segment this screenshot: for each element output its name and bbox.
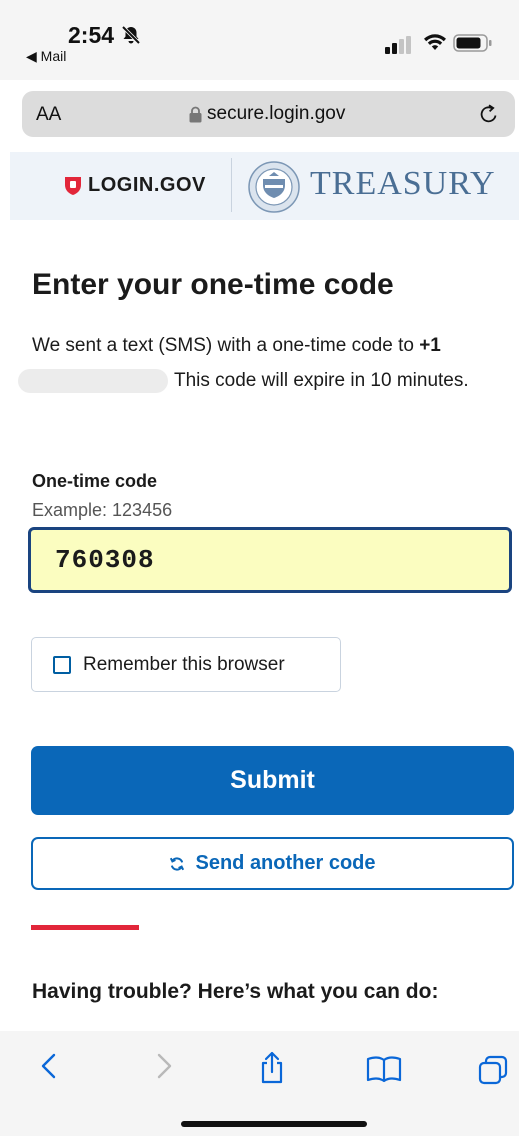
troubleshooting-heading: Having trouble? Here’s what you can do: — [32, 980, 439, 1003]
bell-slash-icon — [121, 25, 141, 45]
sms-description: We sent a text (SMS) with a one-time cod… — [18, 328, 507, 398]
lock-icon — [189, 106, 202, 123]
remember-browser-label[interactable]: Remember this browser — [83, 654, 285, 676]
back-arrow-icon[interactable] — [38, 1051, 60, 1081]
login-gov-wordmark: LOGIN.GOV — [88, 174, 206, 196]
battery-icon — [453, 34, 492, 52]
sync-icon — [169, 856, 185, 872]
login-gov-logo[interactable]: LOGIN.GOV — [64, 174, 206, 197]
header-divider — [231, 158, 232, 212]
section-divider — [31, 925, 139, 930]
code-field-hint: Example: 123456 — [32, 500, 173, 520]
login-shield-icon — [65, 176, 81, 195]
home-indicator[interactable] — [181, 1121, 367, 1127]
bookmarks-icon[interactable] — [366, 1055, 402, 1083]
tabs-icon[interactable] — [478, 1055, 508, 1085]
text-size-button[interactable]: AA — [36, 104, 61, 126]
reload-icon[interactable] — [477, 102, 501, 126]
code-value: 760308 — [55, 545, 155, 575]
description-expiry: This code will expire in 10 minutes. — [174, 370, 469, 391]
checkbox-box[interactable] — [53, 655, 71, 674]
main-content: Enter your one-time code We sent a text … — [18, 266, 502, 393]
redacted-phone-number — [18, 368, 168, 393]
submit-button-label: Submit — [230, 766, 315, 794]
status-bar: 2:54 ◀ Mail — [0, 0, 519, 80]
treasury-wordmark: TREASURY — [310, 165, 496, 202]
signal-icon — [385, 36, 411, 54]
back-to-mail-link[interactable]: ◀ Mail — [26, 48, 66, 65]
share-icon[interactable] — [258, 1051, 286, 1085]
submit-button[interactable]: Submit — [31, 746, 514, 815]
treasury-seal-icon — [248, 161, 300, 213]
address-bar[interactable]: AA secure.login.gov — [22, 91, 515, 137]
url-text[interactable]: secure.login.gov — [207, 103, 345, 125]
code-field-label: One-time code — [32, 471, 158, 491]
remember-browser-checkbox[interactable]: Remember this browser — [31, 637, 341, 692]
send-another-code-button[interactable]: Send another code — [31, 837, 514, 890]
status-time: 2:54 — [68, 22, 115, 48]
one-time-code-input[interactable]: 760308 — [28, 527, 512, 593]
wifi-icon — [424, 34, 446, 50]
description-text: We sent a text (SMS) with a one-time cod… — [32, 335, 420, 356]
page-title: Enter your one-time code — [32, 268, 394, 301]
forward-arrow-icon[interactable] — [153, 1051, 175, 1081]
phone-prefix: +1 — [419, 335, 441, 356]
send-another-code-label: Send another code — [195, 852, 376, 874]
cobrand-header: LOGIN.GOV TREASURY — [10, 152, 519, 220]
